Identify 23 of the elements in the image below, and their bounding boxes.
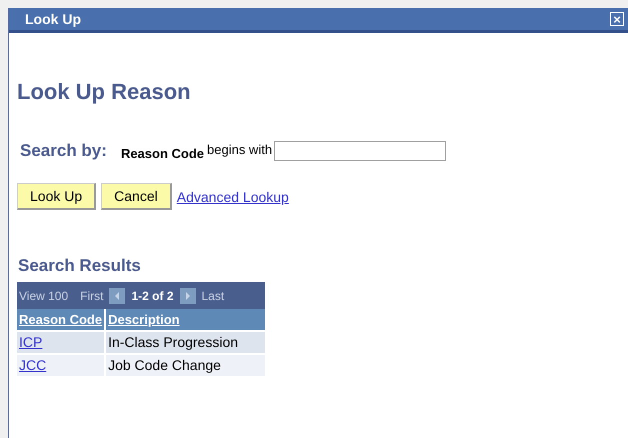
results-heading: Search Results	[17, 256, 142, 276]
previous-icon[interactable]	[109, 288, 126, 304]
search-field[interactable]	[274, 141, 446, 161]
next-icon[interactable]	[180, 288, 196, 304]
first-link[interactable]: First	[80, 288, 104, 302]
reason-code-link[interactable]: ICP	[19, 334, 42, 350]
last-link[interactable]: Last	[202, 288, 224, 302]
close-button[interactable]: ×	[610, 12, 624, 26]
window-title: Look Up	[25, 11, 81, 27]
column-header[interactable]: Description	[106, 309, 265, 330]
table-cell: Job Code Change	[106, 355, 265, 376]
action-button[interactable]: Look Up	[17, 183, 96, 210]
operator-label: begins with	[207, 142, 272, 156]
range-text: 1-2 of 2	[131, 288, 174, 302]
table-cell: In-Class Progression	[106, 332, 265, 353]
page-heading: Look Up Reason	[17, 79, 192, 105]
advanced-lookup-link[interactable]: Advanced Lookup	[176, 188, 289, 204]
search-by-label: Search by:	[20, 141, 107, 161]
column-header[interactable]: Reason Code	[17, 309, 104, 330]
reason-code-link[interactable]: JCC	[19, 357, 46, 373]
field-label: Reason Code	[120, 146, 204, 160]
action-button[interactable]: Cancel	[101, 183, 172, 210]
view-all-link[interactable]: View 100	[19, 288, 68, 302]
